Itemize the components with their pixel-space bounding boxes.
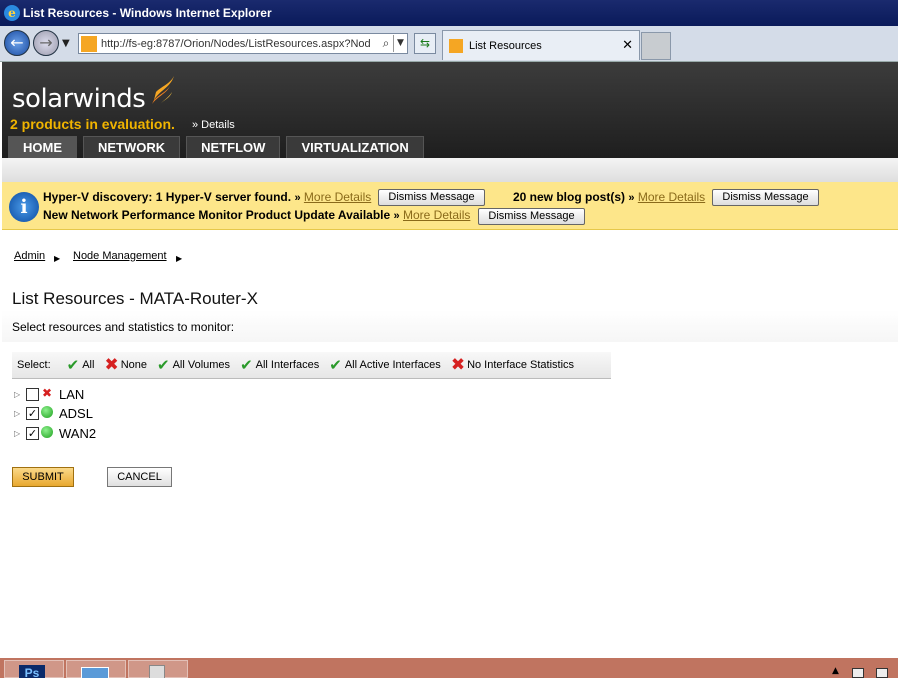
select-none-button[interactable]: ✖ None [104, 355, 147, 375]
status-up-icon [41, 405, 53, 418]
more-details-link[interactable]: More Details [403, 208, 470, 222]
notification-text: 20 new blog post(s) [513, 190, 626, 204]
select-option-label: All Interfaces [255, 359, 320, 371]
tab-title: List Resources [469, 39, 542, 52]
header-divider [2, 158, 898, 182]
resource-checkbox[interactable]: ✓ [26, 407, 39, 420]
control-panel-icon [81, 667, 109, 678]
dismiss-button[interactable]: Dismiss Message [712, 189, 819, 206]
resource-name: ADSL [59, 406, 93, 421]
select-option-label: All [82, 359, 95, 371]
nav-tab-home[interactable]: HOME [8, 136, 77, 158]
window-title: List Resources - Windows Internet Explor… [23, 6, 272, 20]
breadcrumb-node-management[interactable]: Node Management [73, 250, 167, 262]
nav-tab-network[interactable]: NETWORK [83, 136, 181, 158]
window-titlebar: e List Resources - Windows Internet Expl… [0, 0, 898, 26]
resource-checkbox[interactable]: ✓ [26, 427, 39, 440]
status-up-icon [41, 425, 53, 438]
tab-favicon-icon [449, 38, 463, 53]
page-subtitle: Select resources and statistics to monit… [12, 320, 235, 334]
taskbar-server-manager[interactable] [128, 660, 188, 678]
tray-expand-icon[interactable]: ▲ [832, 666, 839, 676]
select-all-active-interfaces-button[interactable]: ✔ All Active Interfaces [329, 356, 441, 374]
history-dropdown-icon[interactable]: ▼ [62, 38, 70, 49]
tray-flag-icon[interactable] [852, 668, 864, 678]
breadcrumb-admin[interactable]: Admin [14, 250, 45, 262]
cancel-button[interactable]: CANCEL [107, 467, 172, 487]
breadcrumb-arrow-icon: ▶ [176, 254, 183, 263]
notification-bar: i Hyper-V discovery: 1 Hyper-V server fo… [2, 182, 898, 230]
select-option-label: No Interface Statistics [467, 359, 575, 371]
resource-row-lan: ▷ ✖ LAN [14, 386, 84, 403]
address-dropdown-icon[interactable]: ▼ [393, 35, 407, 52]
refresh-button[interactable]: ⇆ [414, 33, 436, 54]
forward-button[interactable]: → [33, 30, 59, 56]
evaluation-notice[interactable]: 2 products in evaluation. [10, 116, 175, 132]
no-interface-statistics-button[interactable]: ✖ No Interface Statistics [451, 355, 574, 375]
main-nav: HOME NETWORK NETFLOW VIRTUALIZATION [8, 136, 424, 158]
browser-toolbar: ← → ▼ http://fs-eg:8787/Orion/Nodes/List… [0, 26, 898, 62]
select-option-label: None [120, 359, 147, 371]
select-all-button[interactable]: ✔ All [67, 356, 95, 374]
dismiss-button[interactable]: Dismiss Message [478, 208, 585, 225]
notification-hyperv: Hyper-V discovery: 1 Hyper-V server foun… [43, 190, 371, 204]
page-title: List Resources - MATA-Router-X [12, 289, 258, 308]
notification-arrow: » [393, 210, 400, 222]
more-details-link[interactable]: More Details [638, 190, 705, 204]
nav-tab-virtualization[interactable]: VIRTUALIZATION [286, 136, 424, 158]
back-button[interactable]: ← [4, 30, 30, 56]
select-option-label: All Volumes [172, 359, 231, 371]
check-icon: ✔ [157, 356, 170, 374]
ie-logo-icon: e [4, 5, 20, 21]
resource-name: LAN [59, 387, 85, 402]
tray-network-icon[interactable] [876, 668, 888, 678]
select-toolbar: Select: ✔ All ✖ None ✔ All Volumes ✔ All… [12, 352, 611, 379]
notification-arrow: » [294, 192, 301, 204]
expand-triangle-icon[interactable]: ▷ [14, 429, 26, 438]
expand-triangle-icon[interactable]: ▷ [14, 409, 26, 418]
check-icon: ✔ [329, 356, 342, 374]
solarwinds-logo[interactable]: solarwinds [12, 84, 146, 114]
breadcrumb-arrow-icon: ▶ [54, 254, 61, 263]
taskbar-control-panel[interactable] [66, 660, 126, 678]
nav-tab-netflow[interactable]: NETFLOW [186, 136, 281, 158]
resource-row-wan2: ▷ ✓ WAN2 [14, 425, 96, 442]
notification-arrow: » [628, 192, 635, 204]
resource-row-adsl: ▷ ✓ ADSL [14, 405, 93, 422]
select-option-label: All Active Interfaces [344, 359, 441, 371]
notification-text: New Network Performance Monitor Product … [43, 208, 391, 222]
new-tab-button[interactable] [641, 32, 671, 60]
check-icon: ✔ [240, 356, 253, 374]
submit-button[interactable]: SUBMIT [12, 467, 74, 487]
x-icon: ✖ [104, 355, 119, 375]
dismiss-button[interactable]: Dismiss Message [378, 189, 485, 206]
address-search-icon[interactable]: ⌕ [379, 36, 393, 51]
address-url[interactable]: http://fs-eg:8787/Orion/Nodes/ListResour… [101, 38, 379, 50]
notification-npm-update: New Network Performance Monitor Product … [43, 208, 470, 222]
tab-close-icon[interactable]: ✕ [622, 38, 633, 53]
notification-text: Hyper-V discovery: 1 Hyper-V server foun… [43, 190, 292, 204]
windows-taskbar: Ps [0, 658, 898, 678]
resource-checkbox[interactable] [26, 388, 39, 401]
header-crumb: » Details [192, 119, 235, 131]
taskbar-photoshop[interactable]: Ps [4, 660, 64, 678]
notification-blog: 20 new blog post(s) » More Details [513, 190, 705, 204]
status-down-icon: ✖ [41, 385, 53, 400]
check-icon: ✔ [66, 356, 80, 374]
select-label: Select: [17, 359, 51, 371]
site-favicon-icon [81, 35, 97, 52]
expand-triangle-icon[interactable]: ▷ [14, 390, 26, 399]
x-icon: ✖ [450, 355, 466, 375]
more-details-link[interactable]: More Details [304, 190, 371, 204]
photoshop-icon: Ps [19, 665, 45, 678]
flame-logo-icon [152, 76, 174, 104]
browser-tab[interactable]: List Resources ✕ [442, 30, 640, 60]
app-header: solarwinds 2 products in evaluation. » D… [2, 62, 898, 158]
resource-name: WAN2 [59, 426, 97, 441]
info-icon: i [9, 192, 39, 222]
select-all-volumes-button[interactable]: ✔ All Volumes [157, 356, 230, 374]
address-bar[interactable]: http://fs-eg:8787/Orion/Nodes/ListResour… [78, 33, 408, 54]
server-icon [149, 665, 165, 678]
select-all-interfaces-button[interactable]: ✔ All Interfaces [240, 356, 319, 374]
